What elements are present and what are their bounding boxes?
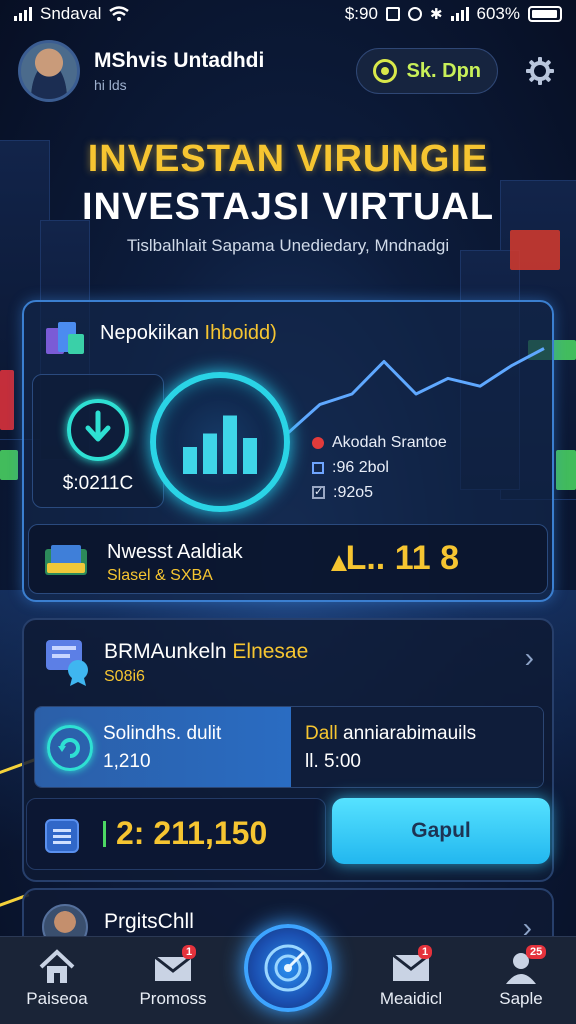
balance-row: 2: 211,150 Gapul [24, 798, 552, 870]
legend-label: :96 2bol [332, 459, 389, 476]
chart-bar-1 [183, 447, 197, 474]
nav-item-profile[interactable]: 25 Saple [466, 945, 576, 1009]
account-subtitle: S08i6 [104, 668, 145, 685]
stats-right-value: ll. 5:00 [305, 751, 361, 772]
battery-icon [528, 6, 562, 22]
nav-badge-promos: 1 [182, 945, 197, 959]
signal-icon [14, 7, 32, 21]
wallet-icon [45, 545, 87, 575]
radar-icon [264, 944, 312, 992]
stats-right-label: Dall anniarabimauils [305, 723, 476, 745]
gear-icon [526, 57, 554, 85]
status-bar: Sndaval $:90 ✱ 603% [0, 0, 576, 28]
hero-subtitle: Tislbalhlait Sapama Unediedary, Mndnadgi [126, 236, 450, 255]
growth-chart-ring [150, 372, 290, 512]
chart-bar-2 [203, 433, 217, 474]
carrier-label: Sndaval [40, 4, 102, 23]
primary-action-button[interactable]: Gapul [332, 798, 550, 864]
stats-right-label-highlight: Dall [305, 723, 338, 744]
account-title: BRMAunkeln Elnesae [104, 640, 308, 664]
nav-label-profile: Saple [499, 989, 543, 1008]
portfolio-panel: Nepokiikan Ihboidd) $:0211C Akodah Srant… [22, 300, 554, 602]
user-name: MShvis Untadhdi [94, 49, 265, 72]
legend-label: Akodah Srantoe [332, 434, 447, 451]
profile-header: MShvis Untadhdi hi lds Sk. Dpn [18, 36, 558, 106]
deposit-card[interactable]: $:0211C [32, 374, 164, 508]
documents-icon [46, 322, 84, 354]
nav-label-home: Paiseoa [26, 989, 88, 1008]
download-icon [67, 399, 129, 461]
alarm-icon [407, 7, 422, 21]
notification-icon [385, 7, 400, 21]
bar-chart [183, 415, 257, 474]
legend-marker [312, 436, 324, 449]
chart-bar-3 [223, 415, 237, 474]
wifi-icon [109, 6, 130, 21]
refresh-icon [47, 725, 93, 771]
coin-label: Sk. Dpn [406, 59, 481, 82]
nav-item-promos[interactable]: 1 Promoss [118, 945, 228, 1009]
chevron-right-icon[interactable]: › [525, 642, 534, 674]
coin-balance-button[interactable]: Sk. Dpn [355, 48, 498, 94]
certificate-icon [46, 640, 88, 686]
hero-title-primary: INVESTAN VIRUNGIE [87, 138, 489, 180]
new-investment-card[interactable]: Nwesst Aaldiak Slasel & SXBA L.. 11 8 [28, 524, 548, 594]
signal-icon-2 [450, 7, 469, 21]
nav-item-home[interactable]: Paiseoa [2, 947, 112, 1009]
legend-item: :96 2bol [312, 455, 447, 480]
center-action-button[interactable] [244, 924, 332, 1012]
hero-title-secondary: INVESTAJSI VIRTUAL [81, 186, 495, 228]
user-subtitle: hi lds [94, 77, 127, 93]
coin-icon [372, 59, 397, 83]
stats-left-value: 1,210 [103, 751, 151, 772]
legend-item: Akodah Srantoe [312, 430, 447, 455]
account-title-main: BRMAunkeln [104, 640, 233, 663]
nav-item-media[interactable]: 1 Meaidicl [356, 945, 466, 1009]
avatar[interactable] [18, 40, 80, 102]
stats-split: Solindhs. dulit 1,210 Dall anniarabimaui… [34, 706, 544, 788]
legend-marker [312, 461, 324, 474]
chart-bar-4 [243, 438, 257, 474]
stats-left-label: Solindhs. dulit [103, 723, 222, 744]
home-icon [39, 949, 75, 983]
portfolio-title-highlight: Ihboidd) [204, 322, 277, 344]
balance-card: 2: 211,150 [26, 798, 326, 870]
stats-right-label-rest: anniarabimauils [337, 723, 477, 744]
new-investment-title: Nwesst Aaldiak [107, 541, 243, 563]
stats-left-box[interactable]: Solindhs. dulit 1,210 [35, 707, 291, 787]
nav-label-media: Meaidicl [379, 989, 443, 1008]
status-center-label: $:90 [344, 4, 378, 23]
nav-badge-media: 1 [418, 945, 433, 959]
legend-item: ✓ :92o5 [312, 480, 447, 505]
nav-label-promos: Promoss [139, 989, 207, 1008]
bluetooth-icon: ✱ [429, 6, 443, 23]
stats-right-box[interactable]: Dall anniarabimauils ll. 5:00 [291, 707, 543, 787]
account-panel[interactable]: BRMAunkeln Elnesae S08i6 › Solindhs. dul… [22, 618, 554, 882]
nav-badge-profile: 25 [526, 945, 547, 959]
settings-button[interactable] [522, 53, 558, 89]
legend-label: :92o5 [333, 484, 374, 501]
chart-legend: Akodah Srantoe :96 2bol ✓ :92o5 [312, 430, 447, 505]
account-title-highlight: Elnesae [232, 640, 309, 663]
balance-value: 2: 211,150 [103, 815, 267, 852]
wallet-card-icon [45, 819, 79, 853]
legend-marker: ✓ [312, 486, 325, 499]
deposit-value: $:0211C [62, 473, 134, 494]
new-investment-value: L.. 11 8 [345, 539, 459, 577]
portfolio-title-main: Nepokiikan [100, 322, 205, 344]
new-investment-subtitle: Slasel & SXBA [107, 567, 213, 584]
profile-card-title: PrgitsChll [104, 910, 194, 933]
battery-percent: 603% [476, 4, 520, 23]
